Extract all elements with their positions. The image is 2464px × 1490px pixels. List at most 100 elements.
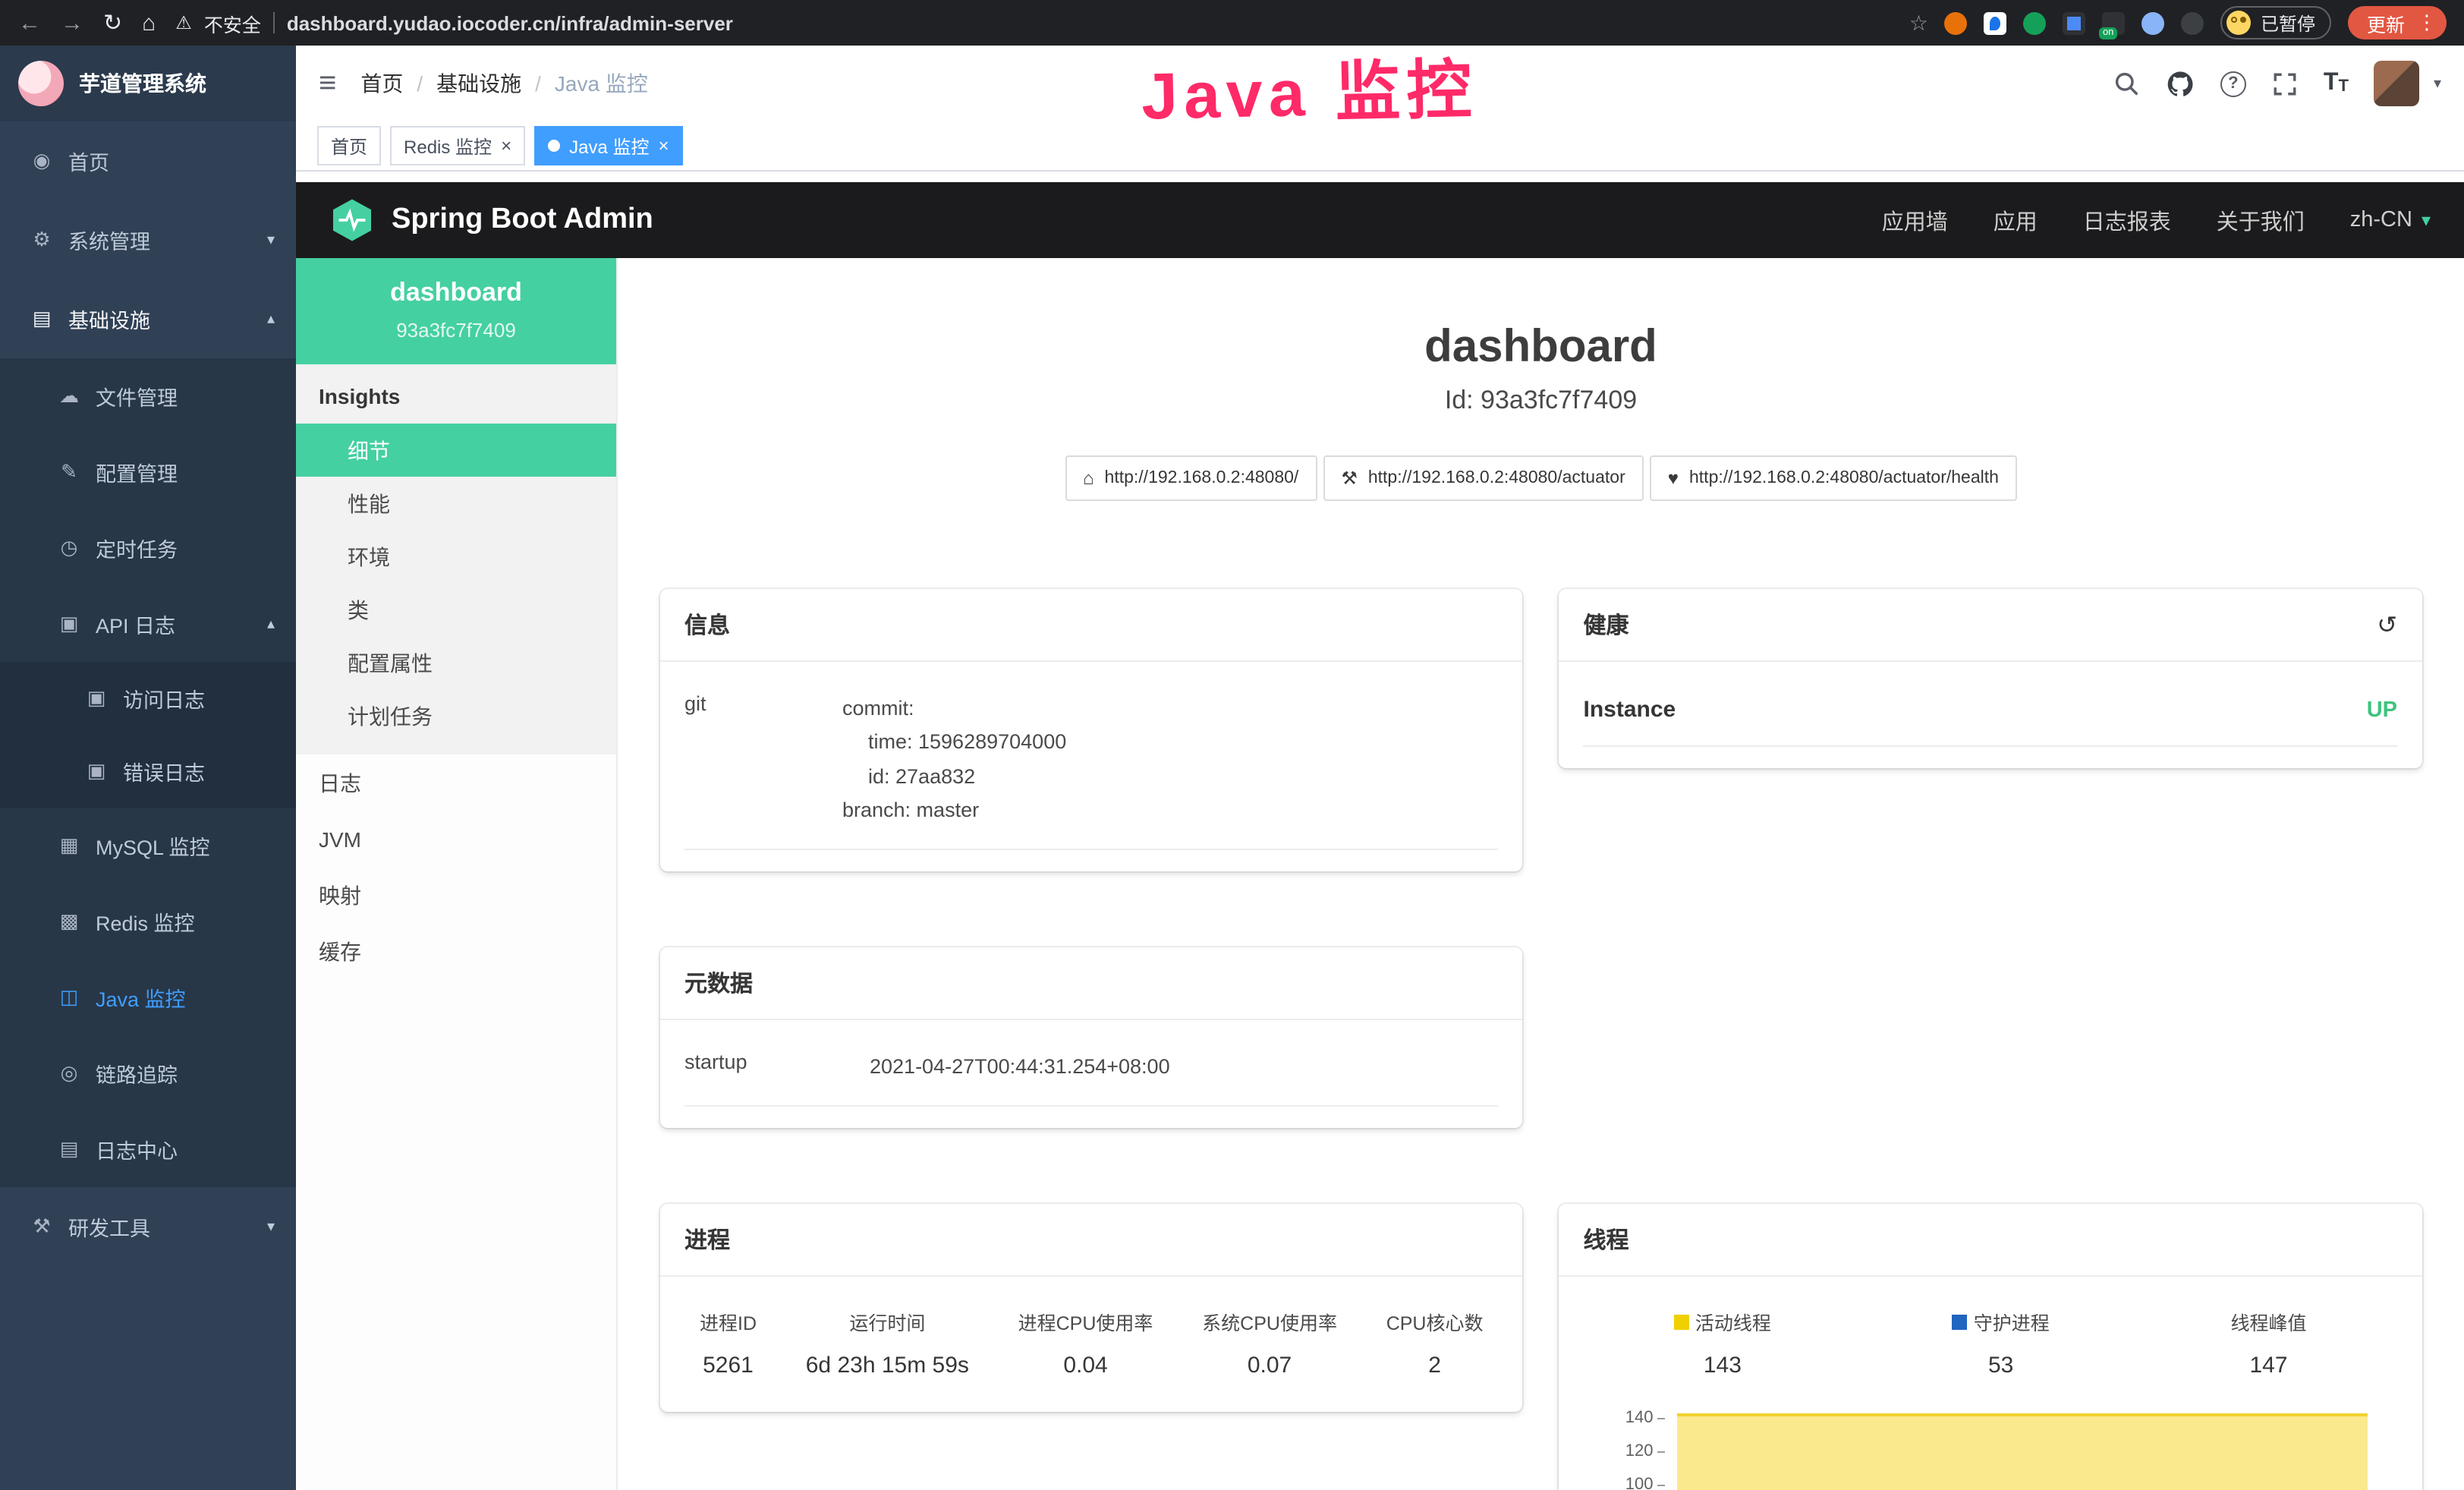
sidebar-item-dev-tools[interactable]: ⚒ 研发工具 ▾ [0, 1187, 296, 1266]
card-title: 进程 [684, 1224, 730, 1256]
bookmark-star-icon[interactable]: ☆ [1909, 10, 1928, 36]
sba-item-logs[interactable]: 日志 [296, 754, 616, 811]
document-icon: ▣ [85, 759, 108, 783]
live-threads-area [1678, 1414, 2368, 1490]
fullscreen-icon[interactable] [2272, 71, 2298, 96]
sba-item-scheduled-tasks[interactable]: 计划任务 [296, 689, 616, 742]
sba-item-details[interactable]: 细节 [296, 424, 616, 477]
address-bar[interactable]: ⚠ 不安全 dashboard.yudao.iocoder.cn/infra/a… [175, 8, 733, 37]
sba-menu-about[interactable]: 关于我们 [2217, 204, 2305, 236]
back-icon[interactable]: ← [18, 11, 41, 34]
sba-item-performance[interactable]: 性能 [296, 477, 616, 530]
sidebar-item-label: 基础设施 [68, 304, 150, 334]
y-axis-tick: 120 [1625, 1443, 1666, 1461]
sidebar-item-tracing[interactable]: ◎ 链路追踪 [0, 1035, 296, 1111]
app-logo[interactable]: 芋道管理系统 [0, 46, 296, 121]
sba-brand-label: Spring Boot Admin [392, 203, 653, 237]
sidebar-item-label: API 日志 [96, 609, 175, 639]
extension-icon[interactable] [2063, 11, 2086, 34]
sidebar-item-infrastructure[interactable]: ▤ 基础设施 ▴ [0, 279, 296, 358]
sidebar-item-file-mgmt[interactable]: ☁ 文件管理 [0, 358, 296, 434]
pencil-icon: ✎ [58, 460, 80, 484]
sba-brand[interactable]: Spring Boot Admin [329, 197, 653, 243]
instance-name: dashboard [308, 278, 604, 308]
col-value: 6d 23h 15m 59s [806, 1353, 969, 1379]
actuator-url-button[interactable]: ⚒ http://192.168.0.2:48080/actuator [1323, 455, 1643, 501]
metadata-row-label: startup [684, 1051, 870, 1085]
sba-item-environment[interactable]: 环境 [296, 530, 616, 583]
service-url-button[interactable]: ⌂ http://192.168.0.2:48080/ [1065, 455, 1317, 501]
user-avatar[interactable] [2374, 61, 2420, 106]
browser-toolbar: ← → ↻ ⌂ ⚠ 不安全 dashboard.yudao.iocoder.cn… [0, 0, 2464, 46]
sidebar-item-home[interactable]: ◉ 首页 [0, 121, 296, 200]
sba-menu-wallboard[interactable]: 应用墙 [1882, 204, 1948, 236]
security-warning-icon: ⚠ [175, 12, 192, 33]
locale-selector[interactable]: zh-CN ▾ [2350, 208, 2431, 232]
chevron-up-icon: ▴ [267, 616, 275, 632]
extension-icon[interactable]: on [2103, 11, 2126, 34]
health-instance-label: Instance [1584, 697, 1676, 723]
sidebar-item-error-logs[interactable]: ▣ 错误日志 [0, 735, 296, 808]
extension-icon[interactable] [1945, 11, 1968, 34]
legend-peak-threads: 线程峰值 147 [2231, 1308, 2307, 1379]
chevron-down-icon: ▾ [267, 232, 275, 248]
process-col-uptime: 运行时间 6d 23h 15m 59s [806, 1308, 969, 1379]
health-row[interactable]: Instance UP [1584, 674, 2398, 747]
forward-icon[interactable]: → [61, 11, 83, 34]
sidebar-item-config-mgmt[interactable]: ✎ 配置管理 [0, 434, 296, 510]
insights-group: Insights 细节 性能 环境 类 配置属性 计划任务 [296, 364, 616, 754]
close-icon[interactable]: × [501, 137, 511, 155]
font-size-icon[interactable]: TT [2324, 71, 2349, 96]
sba-menu-applications[interactable]: 应用 [1994, 204, 2038, 236]
tab-redis-monitor[interactable]: Redis 监控 × [390, 126, 525, 165]
avatar-caret-icon[interactable]: ▾ [2434, 75, 2441, 92]
address-divider [273, 12, 275, 33]
health-url-button[interactable]: ♥ http://192.168.0.2:48080/actuator/heal… [1650, 455, 2017, 501]
extension-icon[interactable] [2182, 11, 2204, 34]
instance-header[interactable]: dashboard 93a3fc7f7409 [296, 258, 616, 364]
kebab-menu-icon[interactable]: ⋮ [2417, 11, 2437, 35]
sidebar-item-label: 配置管理 [96, 457, 178, 487]
logo-avatar [18, 61, 64, 106]
metadata-card-body: startup 2021-04-27T00:44:31.254+08:00 [660, 1020, 1523, 1129]
sba-item-config-props[interactable]: 配置属性 [296, 636, 616, 689]
breadcrumb-home[interactable]: 首页 [360, 68, 403, 99]
git-commit-line: commit: [842, 692, 1499, 726]
search-icon[interactable] [2114, 71, 2140, 96]
sba-item-mappings[interactable]: 映射 [296, 867, 616, 923]
extension-icon[interactable] [1984, 11, 2007, 34]
sba-menu-journal[interactable]: 日志报表 [2083, 204, 2171, 236]
security-label[interactable]: 不安全 [204, 8, 261, 37]
extension-icon[interactable] [2024, 11, 2047, 34]
tab-home[interactable]: 首页 [317, 126, 381, 165]
sidebar-item-java-monitor[interactable]: ◫ Java 监控 [0, 959, 296, 1035]
col-header: 运行时间 [806, 1308, 969, 1337]
help-icon[interactable]: ? [2220, 71, 2246, 96]
tab-java-monitor[interactable]: Java 监控 × [534, 126, 682, 165]
reload-icon[interactable]: ↻ [103, 11, 122, 34]
sidebar-item-access-logs[interactable]: ▣ 访问日志 [0, 662, 296, 735]
hamburger-icon[interactable]: ≡ [319, 68, 336, 99]
sidebar-item-api-logs[interactable]: ▣ API 日志 ▴ [0, 586, 296, 662]
sba-item-jvm[interactable]: JVM [296, 811, 616, 867]
locale-label: zh-CN [2350, 208, 2412, 232]
sidebar-item-scheduled-jobs[interactable]: ◷ 定时任务 [0, 510, 296, 586]
sidebar-item-redis-monitor[interactable]: ▩ Redis 监控 [0, 884, 296, 959]
sba-content: dashboard Id: 93a3fc7f7409 ⌂ http://192.… [618, 258, 2464, 1490]
sba-item-beans[interactable]: 类 [296, 583, 616, 636]
sidebar-item-log-center[interactable]: ▤ 日志中心 [0, 1111, 296, 1187]
sidebar-item-system-mgmt[interactable]: ⚙ 系统管理 ▾ [0, 200, 296, 279]
paused-badge[interactable]: 已暂停 [2221, 6, 2332, 39]
update-button[interactable]: 更新 ⋮ [2349, 6, 2446, 39]
history-icon[interactable]: ↺ [2377, 610, 2397, 640]
app-menu: ◉ 首页 ⚙ 系统管理 ▾ ▤ 基础设施 ▴ ☁ 文 [0, 121, 296, 1490]
close-icon[interactable]: × [658, 137, 669, 155]
info-row-git: git commit: time: 1596289704000 id: 27aa… [684, 674, 1499, 850]
sidebar-item-mysql-monitor[interactable]: ▦ MySQL 监控 [0, 808, 296, 884]
github-icon[interactable] [2166, 69, 2195, 98]
home-icon[interactable]: ⌂ [142, 11, 156, 34]
extension-icon[interactable] [2142, 11, 2165, 34]
sba-item-caches[interactable]: 缓存 [296, 923, 616, 979]
url-text[interactable]: dashboard.yudao.iocoder.cn/infra/admin-s… [287, 11, 733, 34]
breadcrumb-infrastructure[interactable]: 基础设施 [436, 68, 521, 99]
